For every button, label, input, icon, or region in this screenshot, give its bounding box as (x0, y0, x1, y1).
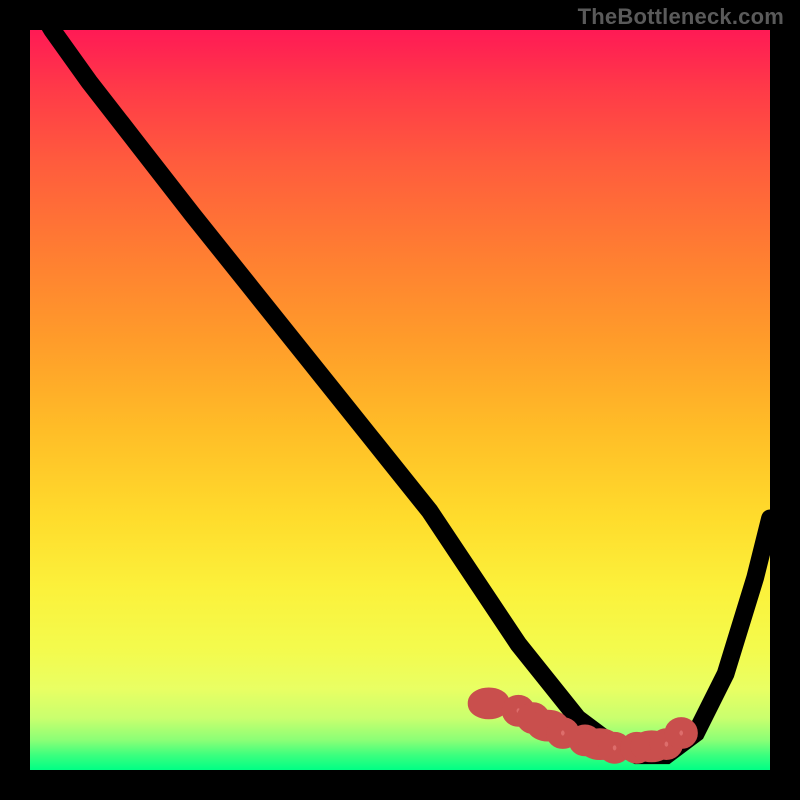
plot-area (30, 30, 770, 770)
curve-line (30, 30, 770, 755)
watermark-text: TheBottleneck.com (578, 4, 784, 30)
marker-group (477, 697, 689, 755)
marker-point (674, 726, 689, 739)
marker-point (607, 741, 622, 754)
marker-point (477, 697, 501, 710)
chart-container: TheBottleneck.com (0, 0, 800, 800)
marker-point (555, 726, 570, 739)
chart-svg (30, 30, 770, 770)
